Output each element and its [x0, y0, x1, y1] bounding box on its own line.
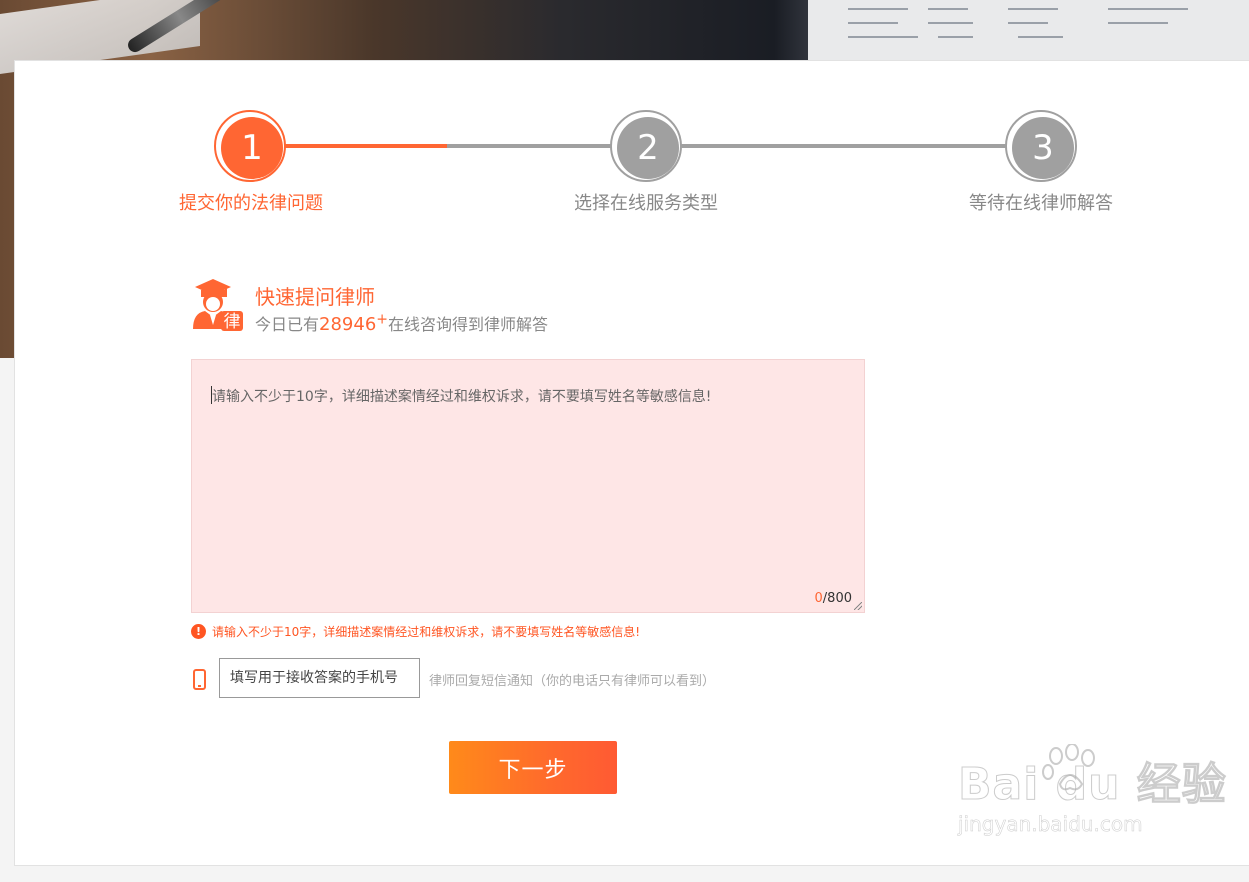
step-3-circle: 3 — [1005, 110, 1077, 182]
lawyer-icon-char: 律 — [224, 312, 241, 331]
step-3-number: 3 — [1012, 117, 1074, 179]
step-1-circle: 1 — [214, 110, 286, 182]
baidu-paw-icon — [1042, 744, 1095, 791]
consult-count: 28946 — [319, 314, 377, 335]
step-track-done — [283, 144, 447, 148]
char-counter: 0/800 — [815, 591, 852, 606]
question-textarea[interactable]: 请输入不少于10字，详细描述案情经过和维权诉求，请不要填写姓名等敏感信息! 0/… — [191, 359, 865, 613]
validation-error: ! 请输入不少于10字，详细描述案情经过和维权诉求，请不要填写姓名等敏感信息! — [191, 623, 640, 640]
ask-title: 快速提问律师 — [255, 285, 375, 309]
phone-note: 律师回复短信通知（你的电话只有律师可以看到） — [429, 674, 716, 689]
error-message: 请输入不少于10字，详细描述案情经过和维权诉求，请不要填写姓名等敏感信息! — [212, 625, 641, 639]
error-icon: ! — [191, 624, 206, 639]
char-count-max: /800 — [822, 591, 852, 606]
next-step-button[interactable]: 下一步 — [449, 741, 617, 794]
resize-handle[interactable] — [854, 602, 862, 610]
step-1-label: 提交你的法律问题 — [179, 193, 323, 214]
step-2-circle: 2 — [610, 110, 682, 182]
watermark-url: jingyan.baidu.com — [958, 812, 1143, 837]
phone-icon — [193, 669, 206, 690]
hero-document — [808, 0, 1249, 60]
char-count-current: 0 — [814, 591, 823, 606]
ask-subtitle: 今日已有28946+在线咨询得到律师解答 — [255, 311, 548, 335]
ask-sub-prefix: 今日已有 — [255, 315, 320, 334]
phone-input[interactable] — [219, 658, 420, 698]
step-2-label: 选择在线服务类型 — [574, 193, 718, 214]
baidu-watermark: Bai du 经验 jingyan.baidu.com — [958, 744, 1227, 837]
step-3-label: 等待在线律师解答 — [969, 193, 1113, 214]
question-placeholder: 请输入不少于10字，详细描述案情经过和维权诉求，请不要填写姓名等敏感信息! — [212, 389, 712, 405]
lawyer-avatar-icon: 律 — [193, 279, 243, 331]
step-1-number: 1 — [221, 117, 283, 179]
consult-count-plus: + — [376, 311, 389, 328]
step-track-pending — [447, 144, 1009, 148]
ask-sub-suffix: 在线咨询得到律师解答 — [388, 315, 549, 334]
step-2-number: 2 — [617, 117, 679, 179]
